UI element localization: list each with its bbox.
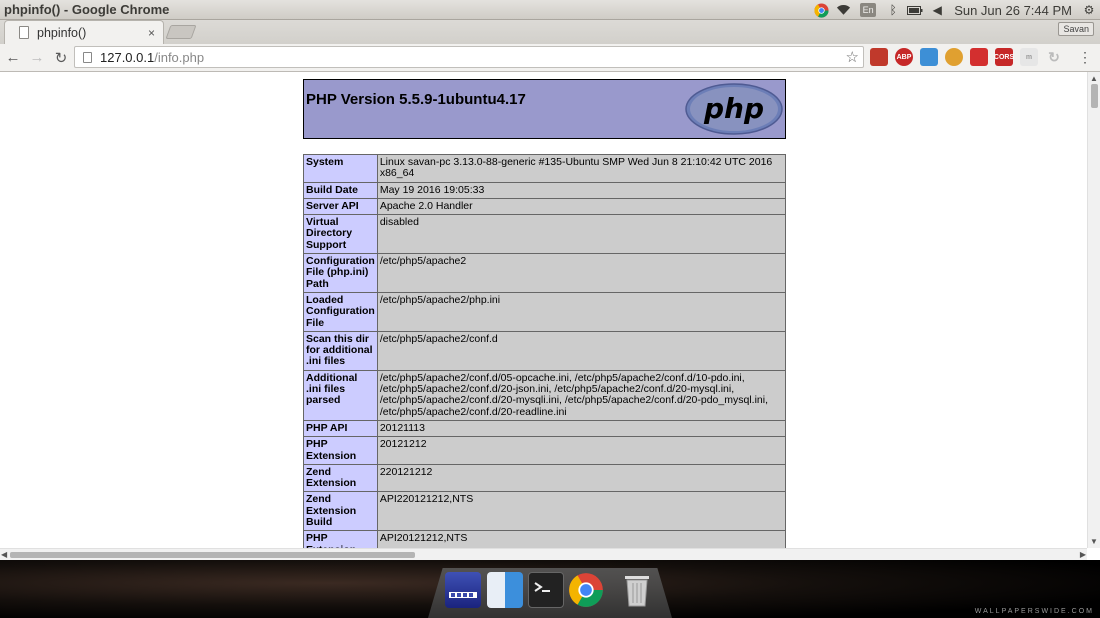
window-title: phpinfo() - Google Chrome: [4, 2, 170, 17]
page-favicon-icon: [19, 26, 29, 39]
battery-icon[interactable]: [904, 0, 926, 20]
row-key: Loaded Configuration File: [303, 291, 378, 332]
terminal-icon[interactable]: [528, 572, 564, 608]
page-title: PHP Version 5.5.9-1ubuntu4.17: [306, 91, 526, 108]
extensions-bar: ABP CORS m ↻: [870, 48, 1063, 66]
row-key: Additional .ini files parsed: [303, 369, 378, 421]
back-icon[interactable]: ←: [2, 47, 24, 69]
bluetooth-icon[interactable]: ᛒ: [882, 0, 904, 20]
info-table: System Linux savan-pc 3.13.0-88-generic #…: [303, 154, 787, 560]
cookie-icon[interactable]: [945, 48, 963, 66]
row-key: Server API: [303, 197, 378, 216]
profile-button[interactable]: Savan: [1058, 22, 1094, 36]
row-key: Configuration File (php.ini) Path: [303, 253, 378, 293]
php-logo[interactable]: php: [685, 83, 783, 135]
row-value: 20121212: [376, 436, 787, 465]
new-tab-button[interactable]: [165, 25, 197, 39]
horizontal-scroll-thumb[interactable]: [10, 552, 415, 558]
reload-icon[interactable]: ↻: [50, 47, 72, 69]
table-row: Scan this dir for additional .ini files /…: [303, 330, 787, 371]
table-row: Additional .ini files parsed/etc/php5/ap…: [303, 369, 787, 421]
workspace-switcher-icon[interactable]: [445, 572, 481, 608]
url-path: /info.php: [154, 49, 205, 65]
trash-icon[interactable]: [620, 572, 656, 608]
m-icon[interactable]: m: [1020, 48, 1038, 66]
url-host: 127.0.0.1: [100, 49, 155, 65]
table-row: Build Date May 19 2016 19:05:33: [303, 181, 787, 199]
adblock-icon[interactable]: ABP: [895, 48, 913, 66]
row-key: Zend Extension Build: [303, 491, 378, 532]
svg-text:php: php: [703, 92, 764, 125]
php-header: PHP Version 5.5.9-1ubuntu4.17 php: [303, 79, 786, 139]
table-row: PHP Extension 20121212: [303, 436, 787, 465]
tab-phpinfo[interactable]: phpinfo() ×: [4, 20, 164, 44]
table-row: Zend Extension Build API220121212,NTS: [303, 491, 787, 532]
row-key: Build Date: [303, 181, 378, 199]
table-row: System Linux savan-pc 3.13.0-88-generic #…: [303, 154, 787, 183]
vertical-scrollbar[interactable]: ▲ ▼: [1087, 72, 1100, 548]
row-value: /etc/php5/apache2/conf.d/05-opcache.ini,…: [376, 369, 787, 421]
table-row: Zend Extension 220121212: [303, 463, 787, 493]
row-value: Linux savan-pc 3.13.0-88-generic #135-Ub…: [376, 154, 787, 183]
table-row: PHP API 20121113: [303, 419, 787, 438]
row-value: API220121212,NTS: [376, 491, 787, 532]
os-top-bar: phpinfo() - Google Chrome En ᛒ ◀ Sun Jun…: [0, 0, 1100, 20]
volume-icon[interactable]: ◀: [926, 0, 948, 20]
scroll-left-icon[interactable]: ◀: [1, 549, 7, 560]
chrome-icon[interactable]: [568, 572, 604, 608]
system-tray: En ᛒ ◀ Sun Jun 26 7:44 PM ⚙: [810, 0, 1100, 20]
row-key: Virtual Directory Support: [303, 214, 378, 255]
close-tab-icon[interactable]: ×: [148, 26, 163, 40]
row-value: May 19 2016 19:05:33: [376, 181, 787, 199]
refresh-ext-icon[interactable]: ↻: [1045, 48, 1063, 66]
row-value: 20121113: [376, 419, 787, 438]
address-bar[interactable]: 127.0.0.1/info.php ☆: [74, 46, 864, 68]
row-value: disabled: [376, 214, 787, 255]
page-viewport: PHP Version 5.5.9-1ubuntu4.17 php System…: [0, 72, 1100, 560]
row-value: /etc/php5/apache2/php.ini: [376, 291, 787, 332]
wallpaper-watermark: WALLPAPERSWIDE.COM: [974, 608, 1094, 615]
tab-title: phpinfo(): [37, 25, 87, 40]
row-key: Scan this dir for additional .ini files: [303, 330, 378, 371]
cors-icon[interactable]: CORS: [994, 48, 1014, 66]
row-key: PHP API: [303, 419, 378, 438]
bookmark-ext-icon[interactable]: [870, 48, 888, 66]
scroll-down-icon[interactable]: ▼: [1090, 537, 1098, 546]
wifi-icon[interactable]: [832, 0, 854, 20]
row-key: System: [303, 154, 378, 183]
chrome-tray-icon[interactable]: [810, 0, 832, 20]
phpinfo-content: PHP Version 5.5.9-1ubuntu4.17 php System…: [303, 79, 787, 560]
row-key: Zend Extension: [303, 463, 378, 493]
horizontal-scrollbar[interactable]: ◀ ▶: [0, 548, 1087, 560]
row-value: Apache 2.0 Handler: [376, 197, 787, 216]
row-value: /etc/php5/apache2/conf.d: [376, 330, 787, 371]
tab-strip: phpinfo() × Savan: [0, 20, 1100, 44]
table-row: Virtual Directory Support disabled: [303, 214, 787, 255]
scroll-up-icon[interactable]: ▲: [1090, 74, 1098, 83]
scroll-right-icon[interactable]: ▶: [1080, 549, 1086, 560]
chrome-menu-icon[interactable]: ⋮: [1078, 49, 1092, 66]
clock[interactable]: Sun Jun 26 7:44 PM: [948, 3, 1078, 18]
row-value: /etc/php5/apache2: [376, 253, 787, 293]
finder-icon[interactable]: [487, 572, 523, 608]
forward-icon[interactable]: →: [26, 47, 48, 69]
row-key: PHP Extension: [303, 436, 378, 465]
table-row: Loaded Configuration File/etc/php5/apach…: [303, 291, 787, 332]
keyboard-layout-indicator[interactable]: En: [860, 3, 877, 17]
table-row: Configuration File (php.ini) Path/etc/ph…: [303, 253, 787, 293]
stack-icon[interactable]: [970, 48, 988, 66]
vertical-scroll-thumb[interactable]: [1091, 84, 1098, 108]
table-row: Server API Apache 2.0 Handler: [303, 197, 787, 216]
gear-icon[interactable]: ⚙: [1078, 0, 1100, 20]
row-value: 220121212: [376, 463, 787, 493]
bookmark-star-icon[interactable]: ☆: [846, 48, 859, 66]
page-info-icon[interactable]: [83, 51, 92, 63]
browser-toolbar: ← → ↻ 127.0.0.1/info.php ☆ ABP CORS m ↻ …: [0, 44, 1100, 72]
extension-icon[interactable]: [920, 48, 938, 66]
